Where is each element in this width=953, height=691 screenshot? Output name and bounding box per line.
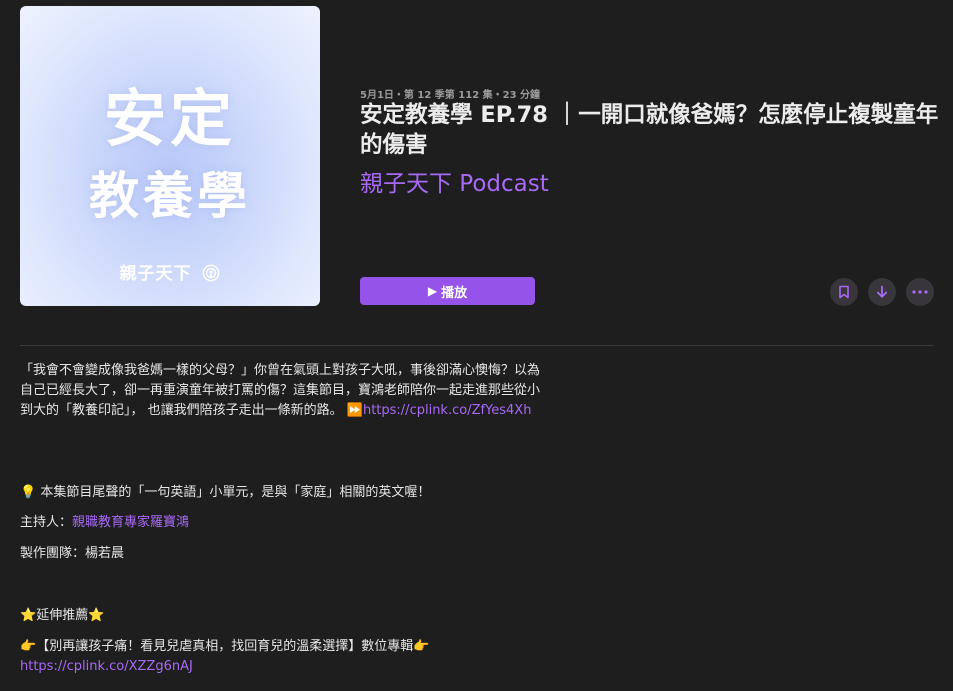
- description-paragraph-2: 💡 本集節目尾聲的「一句英語」小單元，是與「家庭」相關的英文喔！: [20, 483, 540, 503]
- recommendation-text: 【別再讓孩子痛！看見兒虐真相，找回育兒的溫柔選擇】數位專輯: [36, 639, 414, 654]
- english-segment-text: 本集節目尾聲的「一句英語」小單元，是與「家庭」相關的英文喔！: [36, 485, 431, 500]
- artwork-title-line1: 安定: [103, 82, 236, 155]
- ellipsis-icon: [912, 290, 928, 294]
- recommendation-link[interactable]: https://cplink.co/XZZg6nAJ: [20, 659, 193, 674]
- section-divider: [20, 345, 934, 346]
- description-link-1[interactable]: https://cplink.co/ZfYes4Xh: [363, 403, 532, 418]
- more-options-button[interactable]: [906, 278, 934, 306]
- description-paragraph-1: 「我會不會變成像我爸媽一樣的父母？」你曾在氣頭上對孩子大吼，事後卻滿心懊悔？以為…: [20, 361, 540, 421]
- play-button-label: 播放: [441, 285, 468, 301]
- star-icon: ⭐: [88, 608, 105, 623]
- episode-title: 安定教養學 EP.78 ｜一開口就像爸媽？怎麼停止複製童年的傷害: [360, 102, 939, 158]
- artwork-brand-label: 親子天下: [119, 264, 192, 284]
- recommendation-paragraph: 👉【別再讓孩子痛！看見兒虐真相，找回育兒的溫柔選擇】數位專輯👉 https://c…: [20, 637, 540, 677]
- team-line: 製作團隊：楊若晨: [20, 544, 540, 564]
- bookmark-icon: [839, 285, 849, 299]
- show-name-link[interactable]: 親子天下 Podcast: [360, 164, 549, 198]
- download-arrow-icon: [876, 285, 888, 298]
- podcast-icon: [203, 264, 220, 282]
- host-label: 主持人：: [20, 515, 73, 530]
- download-button[interactable]: [868, 278, 896, 306]
- play-icon: ▶: [427, 284, 438, 298]
- fast-forward-icon: ⏩: [346, 403, 363, 418]
- podcast-artwork: 安定 教養學 親子天下: [20, 6, 320, 306]
- artwork-brand: 親子天下: [20, 259, 320, 284]
- host-link[interactable]: 親職教育專家羅寶鴻: [72, 515, 189, 530]
- bookmark-button[interactable]: [830, 278, 858, 306]
- recommendation-heading-text: 延伸推薦: [36, 608, 89, 623]
- star-icon: ⭐: [20, 608, 37, 623]
- play-button[interactable]: ▶ 播放: [360, 277, 535, 305]
- recommendation-heading: ⭐延伸推薦⭐: [20, 606, 540, 626]
- host-line: 主持人：親職教育專家羅寶鴻: [20, 513, 540, 533]
- lightbulb-icon: 💡: [20, 485, 37, 500]
- team-text: 製作團隊：楊若晨: [20, 546, 125, 561]
- artwork-title-line2: 教養學: [89, 167, 251, 225]
- pointing-hand-icon: 👉: [413, 639, 430, 654]
- episode-meta: 5月1日・第 12 季第 112 集・23 分鐘: [360, 90, 541, 101]
- pointing-hand-icon: 👉: [20, 639, 37, 654]
